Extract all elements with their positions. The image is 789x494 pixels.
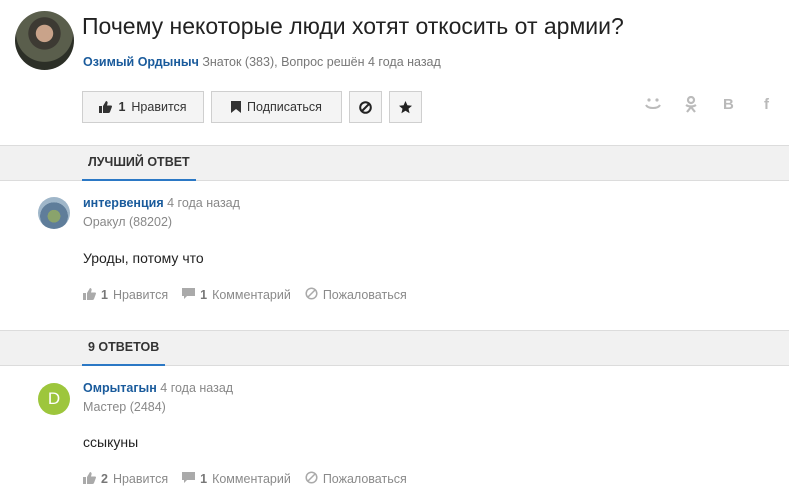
question-meta-text: Знаток (383), Вопрос решён 4 года назад [202,55,441,69]
report-icon [305,471,318,487]
best-answer-comment-label: Комментарий [212,288,291,302]
best-answer-actions: 1 Нравится 1 Комментарий Пожаловаться [83,287,407,303]
question-author-link[interactable]: Озимый Ордыныч [83,55,199,69]
facebook-icon[interactable]: f [764,96,769,113]
block-icon [359,100,372,114]
like-label: Нравится [131,100,187,114]
tab-answers[interactable]: 9 ОТВЕТОВ [82,331,166,366]
answer-like-button[interactable]: 2 Нравится [83,471,168,487]
best-answer-like-label: Нравится [112,288,169,302]
like-count: 1 [118,100,126,114]
best-answer-like-button[interactable]: 1 Нравится [83,287,168,303]
answer-like-count: 2 [101,472,108,486]
subscribe-label: Подписаться [247,100,322,114]
question-author-avatar[interactable] [15,11,74,70]
comment-icon [182,287,196,303]
answer-avatar[interactable]: D [38,383,70,415]
best-answer-time: 4 года назад [167,196,240,210]
odnoklassniki-icon[interactable] [684,95,698,117]
tab-best-answer[interactable]: ЛУЧШИЙ ОТВЕТ [82,146,196,181]
answer-header: Омрытагын 4 года назад [83,381,233,395]
best-answer-comment-button[interactable]: 1 Комментарий [182,287,291,303]
thumb-up-icon [83,471,96,487]
thumb-up-icon [99,101,113,113]
answer-comment-button[interactable]: 1 Комментарий [182,471,291,487]
thumb-up-icon [83,287,96,303]
favorite-button[interactable] [389,91,422,123]
answer-report-button[interactable]: Пожаловаться [305,471,407,487]
question-meta: Озимый Ордыныч Знаток (383), Вопрос решё… [83,55,441,69]
best-answer-like-count: 1 [101,288,108,302]
answer-time: 4 года назад [160,381,234,395]
best-answer-avatar[interactable] [38,197,70,229]
best-answer-comment-count: 1 [200,288,208,302]
answers-bar: 9 ОТВЕТОВ [0,330,789,366]
bookmark-icon [231,101,242,113]
best-answer-rank: Оракул (88202) [83,215,173,229]
mail-smile-icon[interactable] [644,96,662,116]
answer-report-label: Пожаловаться [322,472,407,486]
block-button[interactable] [349,91,382,123]
answer-actions: 2 Нравится 1 Комментарий Пожаловаться [83,471,407,487]
vk-icon[interactable]: B [723,96,734,113]
question-title: Почему некоторые люди хотят откосить от … [82,13,624,39]
star-icon [399,100,412,114]
best-answer-report-button[interactable]: Пожаловаться [305,287,407,303]
answer-comment-label: Комментарий [212,472,291,486]
best-answer-author[interactable]: интервенция [83,196,164,210]
report-icon [305,287,318,303]
answer-like-label: Нравится [112,472,169,486]
answer-comment-count: 1 [200,472,208,486]
best-answer-text: Уроды, потому что [83,250,204,266]
answer-rank: Мастер (2484) [83,400,166,414]
comment-icon [182,471,196,487]
answer-author[interactable]: Омрытагын [83,381,157,395]
best-answer-header: интервенция 4 года назад [83,196,240,210]
answer-text: ссыкуны [83,434,139,450]
best-answer-report-label: Пожаловаться [322,288,407,302]
like-button[interactable]: 1 Нравится [82,91,204,123]
subscribe-button[interactable]: Подписаться [211,91,342,123]
best-answer-bar: ЛУЧШИЙ ОТВЕТ [0,145,789,181]
